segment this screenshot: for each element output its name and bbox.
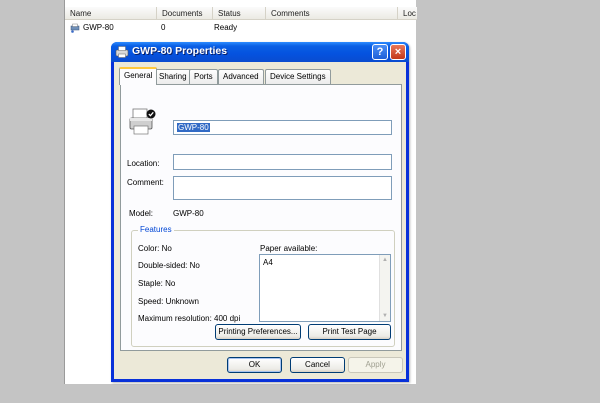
comment-input[interactable] [173, 176, 392, 200]
feature-color: Color: No [138, 244, 172, 253]
tab-general[interactable]: General [119, 67, 158, 85]
general-tab-panel: GWP-80 Location: Comment: Model: GWP-80 … [120, 84, 402, 351]
printer-icon [129, 108, 156, 135]
feature-speed: Speed: Unknown [138, 297, 199, 306]
dialog-title: GWP-80 Properties [132, 45, 228, 57]
tab-ports[interactable]: Ports [189, 69, 218, 84]
column-header-location[interactable]: Loc [398, 7, 417, 20]
list-item[interactable]: A4 [263, 258, 273, 267]
print-test-page-button[interactable]: Print Test Page [308, 324, 391, 340]
scroll-down-icon[interactable]: ▼ [380, 311, 390, 321]
tab-sharing[interactable]: Sharing [154, 69, 192, 84]
close-button[interactable]: × [390, 44, 406, 60]
row-status: Ready [214, 23, 238, 32]
table-row[interactable]: GWP-80 0 Ready [65, 21, 417, 35]
scroll-up-icon[interactable]: ▲ [380, 255, 390, 265]
paper-available-label: Paper available: [260, 244, 318, 253]
printer-properties-dialog: GWP-80 Properties ? × General Sharing Po… [111, 42, 409, 382]
tab-device-settings[interactable]: Device Settings [265, 69, 331, 84]
paper-list-scrollbar[interactable]: ▲ ▼ [379, 255, 390, 321]
column-header-name[interactable]: Name [65, 7, 157, 20]
tab-advanced[interactable]: Advanced [218, 69, 264, 84]
column-header-comments[interactable]: Comments [266, 7, 398, 20]
dialog-titlebar[interactable]: GWP-80 Properties ? × [111, 42, 409, 62]
row-name: GWP-80 [83, 23, 114, 32]
comment-label: Comment: [127, 178, 164, 187]
printer-shared-icon [70, 23, 80, 33]
row-documents: 0 [161, 23, 166, 32]
printer-icon [115, 46, 129, 58]
help-button[interactable]: ? [372, 44, 388, 60]
column-header-status[interactable]: Status [213, 7, 266, 20]
column-header-documents[interactable]: Documents [157, 7, 213, 20]
list-header: Name Documents Status Comments Loc [65, 7, 417, 20]
feature-staple: Staple: No [138, 279, 176, 288]
location-label: Location: [127, 159, 160, 168]
location-input[interactable] [173, 154, 392, 170]
features-legend: Features [138, 225, 174, 234]
dialog-client-area: General Sharing Ports Advanced Device Se… [114, 62, 406, 379]
printing-preferences-button[interactable]: Printing Preferences... [215, 324, 301, 340]
model-label: Model: [129, 209, 154, 218]
feature-max-resolution: Maximum resolution: 400 dpi [138, 314, 241, 323]
background-bottom [64, 384, 416, 403]
paper-available-list[interactable]: A4 ▲ ▼ [259, 254, 391, 322]
printer-name-input[interactable]: GWP-80 [173, 120, 392, 135]
ok-button[interactable]: OK [227, 357, 282, 373]
background-left [0, 0, 64, 403]
feature-double-sided: Double-sided: No [138, 261, 200, 270]
cancel-button[interactable]: Cancel [290, 357, 345, 373]
model-value: GWP-80 [173, 209, 204, 218]
apply-button[interactable]: Apply [348, 357, 403, 373]
printer-name-text: GWP-80 [177, 123, 210, 132]
